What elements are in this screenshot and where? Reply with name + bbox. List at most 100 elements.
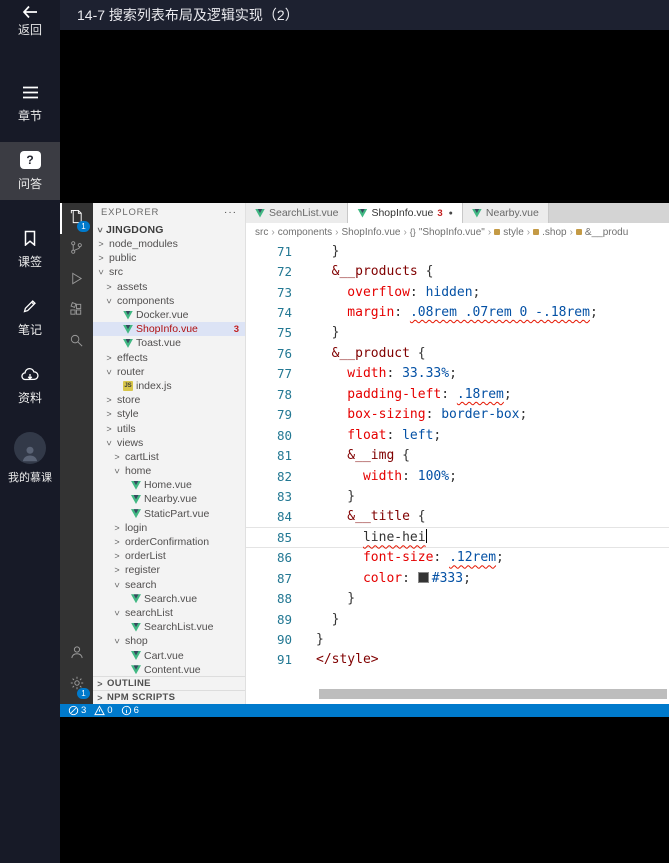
breadcrumb-src[interactable]: src (255, 227, 268, 238)
tree-item-SearchList.vue[interactable]: SearchList.vue (93, 620, 245, 634)
color-swatch (417, 571, 429, 583)
activity-debug[interactable] (60, 265, 93, 296)
breadcrumb-.shop[interactable]: .shop (533, 227, 567, 238)
sidebar-item-materials[interactable]: 资料 (0, 356, 60, 414)
breadcrumb-&__produ[interactable]: &__produ (575, 227, 628, 238)
tree-item-home[interactable]: > home (93, 464, 245, 478)
activity-settings[interactable]: 1 (60, 670, 93, 701)
tab-ShopInfo.vue[interactable]: ShopInfo.vue 3 ● (348, 203, 463, 223)
code-line[interactable]: 88 } (246, 588, 669, 608)
section-npm-scripts[interactable]: > NPM SCRIPTS (93, 690, 245, 704)
breadcrumb-components[interactable]: components (278, 227, 332, 238)
tree-item-StaticPart.vue[interactable]: StaticPart.vue (93, 507, 245, 521)
code-text: &__title { (316, 509, 426, 525)
code-line[interactable]: 74 margin: .08rem .07rem 0 -.18rem; (246, 302, 669, 322)
horizontal-scrollbar-thumb[interactable] (319, 689, 667, 699)
section-outline[interactable]: > OUTLINE (93, 676, 245, 690)
chevron-right-icon: > (106, 281, 112, 292)
vue-icon (131, 594, 141, 604)
tree-item-Toast.vue[interactable]: Toast.vue (93, 336, 245, 350)
tree-item-effects[interactable]: > effects (93, 351, 245, 365)
tree-item-label: StaticPart.vue (144, 507, 210, 520)
workspace-root[interactable]: > JINGDONG (93, 222, 245, 237)
sidebar-item-bookmarks[interactable]: 课签 (0, 220, 60, 278)
code-line[interactable]: 90 } (246, 629, 669, 649)
code-line[interactable]: 89 } (246, 609, 669, 629)
player-topbar: 14-7 搜索列表布局及逻辑实现（2） (0, 0, 669, 30)
code-line[interactable]: 75 } (246, 323, 669, 343)
tree-item-Docker.vue[interactable]: Docker.vue (93, 308, 245, 322)
tree-item-style[interactable]: > style (93, 407, 245, 421)
code-editor[interactable]: 71 } 72 &__products { 73 overflow: hidde… (246, 241, 669, 670)
problems-badge: 3 (233, 323, 239, 335)
activity-explorer[interactable]: 1 (60, 203, 93, 234)
code-line[interactable]: 78 padding-left: .18rem; (246, 384, 669, 404)
tree-item-Home.vue[interactable]: Home.vue (93, 478, 245, 492)
code-line[interactable]: 86 font-size: .12rem; (246, 548, 669, 568)
tree-item-public[interactable]: > public (93, 251, 245, 265)
tree-item-label: node_modules (109, 238, 178, 251)
tree-item-register[interactable]: > register (93, 563, 245, 577)
tree-item-Cart.vue[interactable]: Cart.vue (93, 648, 245, 662)
tree-item-store[interactable]: > store (93, 393, 245, 407)
tree-item-orderList[interactable]: > orderList (93, 549, 245, 563)
code-line[interactable]: 91 </style> (246, 650, 669, 670)
sidebar-item-mymooc[interactable]: 我的慕课 (0, 424, 60, 493)
code-line[interactable]: 87 color: #333; (246, 568, 669, 588)
sidebar-item-qa[interactable]: ? 问答 (0, 142, 60, 200)
section-label: OUTLINE (107, 678, 151, 689)
back-button[interactable]: 返回 (0, 3, 60, 38)
breadcrumb-label: components (277, 226, 333, 238)
code-line[interactable]: 77 width: 33.33%; (246, 364, 669, 384)
code-line[interactable]: 85 line-hei (246, 527, 669, 548)
tree-item-cartList[interactable]: > cartList (93, 450, 245, 464)
code-line[interactable]: 79 box-sizing: border-box; (246, 405, 669, 425)
code-line[interactable]: 81 &__img { (246, 445, 669, 465)
tree-item-components[interactable]: > components (93, 294, 245, 308)
code-line[interactable]: 71 } (246, 241, 669, 261)
activity-search[interactable] (60, 327, 93, 358)
status-info[interactable]: 6 (121, 705, 139, 716)
activity-badge: 1 (77, 221, 90, 232)
tree-item-node_modules[interactable]: > node_modules (93, 237, 245, 251)
code-line[interactable]: 84 &__title { (246, 507, 669, 527)
tree-item-Search.vue[interactable]: Search.vue (93, 592, 245, 606)
code-text: &__img { (316, 448, 410, 464)
code-line[interactable]: 82 width: 100%; (246, 466, 669, 486)
breadcrumb-"ShopInfo.vue"[interactable]: {} "ShopInfo.vue" (410, 227, 485, 238)
status-error[interactable]: 3 (68, 705, 86, 716)
activity-account[interactable] (60, 639, 93, 670)
code-line[interactable]: 76 &__product { (246, 343, 669, 363)
player-sidebar: 返回 章节 ? 问答 课签 笔记 资料 我的慕课 (0, 0, 60, 863)
tree-item-Content.vue[interactable]: Content.vue (93, 663, 245, 677)
activity-source-control[interactable] (60, 234, 93, 265)
line-number: 77 (276, 366, 292, 382)
tree-item-assets[interactable]: > assets (93, 280, 245, 294)
more-actions-icon[interactable]: ··· (224, 207, 237, 218)
tree-item-router[interactable]: > router (93, 365, 245, 379)
sidebar-item-notes[interactable]: 笔记 (0, 288, 60, 346)
activity-extensions[interactable] (60, 296, 93, 327)
tree-item-ShopInfo.vue[interactable]: ShopInfo.vue 3 (93, 322, 245, 337)
tab-SearchList.vue[interactable]: SearchList.vue (246, 203, 349, 223)
tree-item-shop[interactable]: > shop (93, 634, 245, 648)
tree-item-index.js[interactable]: JS index.js (93, 379, 245, 393)
tree-item-searchList[interactable]: > searchList (93, 606, 245, 620)
tree-item-utils[interactable]: > utils (93, 421, 245, 435)
tree-item-search[interactable]: > search (93, 578, 245, 592)
tree-item-login[interactable]: > login (93, 521, 245, 535)
tree-item-views[interactable]: > views (93, 436, 245, 450)
tab-label: SearchList.vue (269, 207, 339, 219)
breadcrumb-ShopInfo.vue[interactable]: ShopInfo.vue (342, 227, 401, 238)
breadcrumb-style[interactable]: style (494, 227, 524, 238)
code-line[interactable]: 83 } (246, 486, 669, 506)
tree-item-orderConfirmation[interactable]: > orderConfirmation (93, 535, 245, 549)
status-warning[interactable]: 0 (94, 705, 113, 716)
code-line[interactable]: 80 float: left; (246, 425, 669, 445)
code-line[interactable]: 72 &__products { (246, 261, 669, 281)
tab-Nearby.vue[interactable]: Nearby.vue (462, 203, 549, 223)
sidebar-item-chapters[interactable]: 章节 (0, 74, 60, 132)
tree-item-src[interactable]: > src (93, 265, 245, 279)
tree-item-Nearby.vue[interactable]: Nearby.vue (93, 492, 245, 506)
code-line[interactable]: 73 overflow: hidden; (246, 282, 669, 302)
